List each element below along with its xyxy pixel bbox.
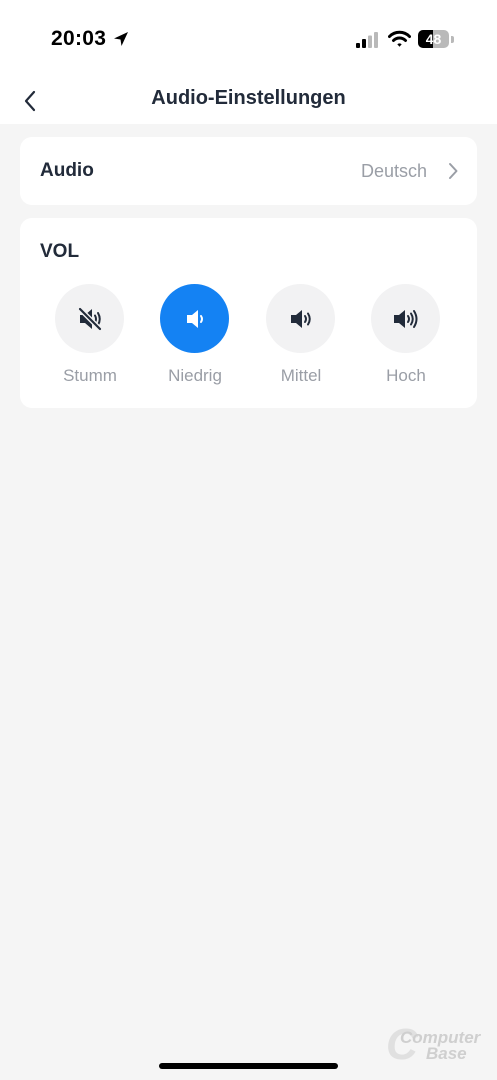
volume-option-medium[interactable]: Mittel [251, 284, 351, 394]
audio-language-row[interactable]: Audio Deutsch [20, 137, 477, 205]
speaker-high-icon [393, 309, 417, 328]
volume-option-mute[interactable]: Stumm [40, 284, 140, 394]
volume-title: VOL [40, 241, 80, 262]
location-arrow-icon [114, 32, 128, 46]
volume-button-medium[interactable] [266, 284, 335, 353]
cellular-signal-icon [356, 32, 378, 48]
page-title: Audio-Einstellungen [151, 87, 346, 109]
navigation-bar: Audio-Einstellungen [0, 80, 497, 124]
volume-option-low[interactable]: Niedrig [145, 284, 245, 394]
speaker-low-icon [186, 309, 203, 328]
speaker-medium-icon [290, 309, 311, 328]
volume-button-low[interactable] [160, 284, 229, 353]
volume-label-medium: Mittel [280, 366, 322, 385]
watermark-line2: Base [426, 1044, 467, 1063]
battery-icon: 48 [418, 30, 454, 50]
status-bar: 20:03 48 [0, 0, 497, 80]
volume-label-mute: Stumm [63, 366, 117, 385]
volume-button-mute[interactable] [55, 284, 124, 353]
audio-language-value: Deutsch [360, 161, 427, 181]
battery-level-text: 48 [425, 31, 442, 47]
speaker-muted-icon [77, 306, 102, 331]
chevron-right-icon [449, 163, 458, 179]
volume-button-high[interactable] [371, 284, 440, 353]
wifi-icon [388, 30, 411, 47]
status-time: 20:03 [51, 27, 107, 50]
volume-label-high: Hoch [386, 366, 426, 385]
volume-card: VOL Stumm Niedrig Mittel Hoch [20, 218, 477, 408]
home-indicator[interactable] [159, 1063, 338, 1069]
volume-label-low: Niedrig [168, 366, 222, 385]
computerbase-watermark-logo: C Computer Base [386, 1020, 481, 1069]
audio-label: Audio [40, 160, 94, 181]
volume-option-high[interactable]: Hoch [356, 284, 456, 394]
